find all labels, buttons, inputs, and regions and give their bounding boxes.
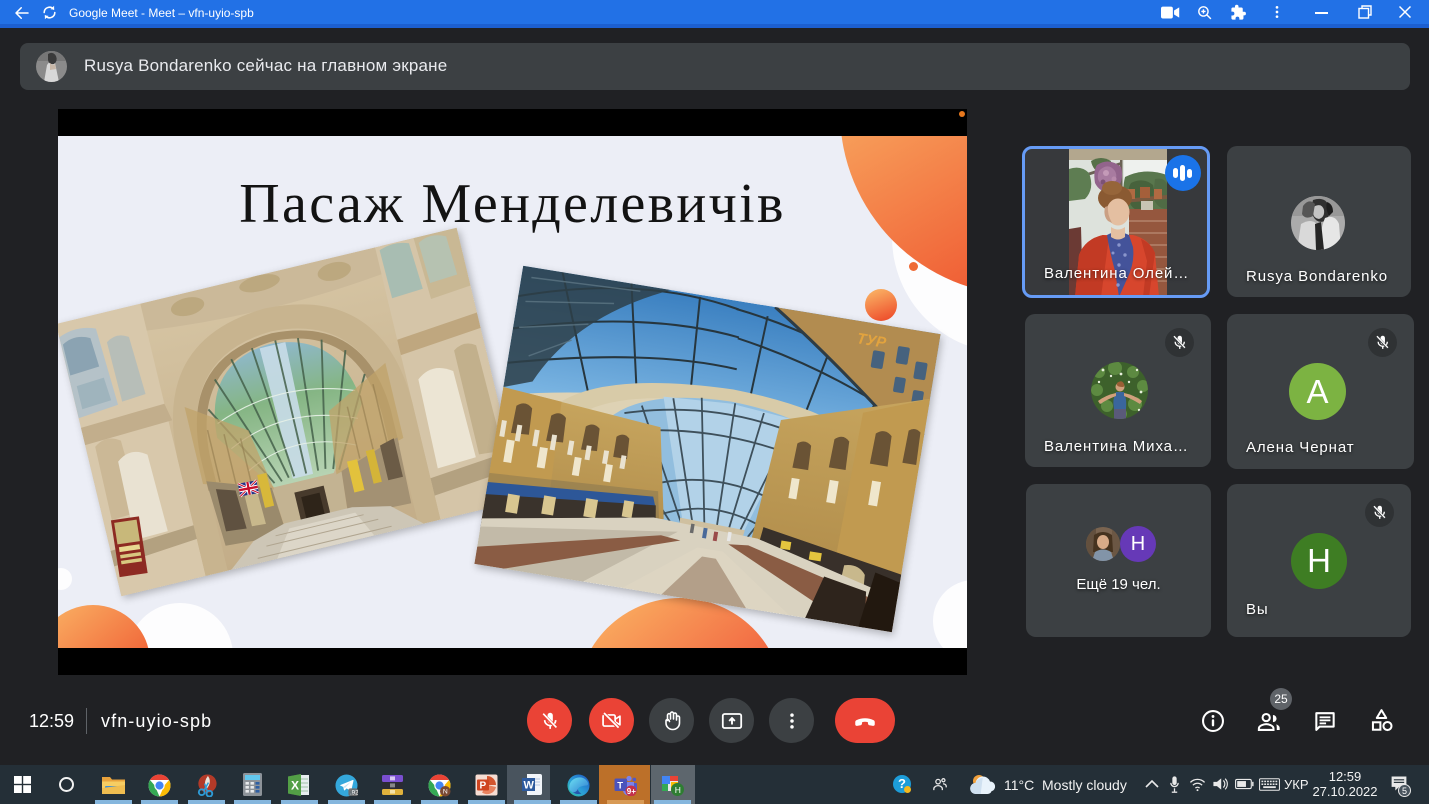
svg-text:N: N [443,789,448,796]
svg-text:P: P [480,781,487,792]
svg-text:X: X [291,779,299,793]
svg-text:T: T [617,780,623,791]
svg-text:W: W [524,780,535,792]
svg-text:9+: 9+ [627,787,636,796]
svg-text:.92: .92 [350,790,358,797]
svg-text:H: H [675,785,681,795]
